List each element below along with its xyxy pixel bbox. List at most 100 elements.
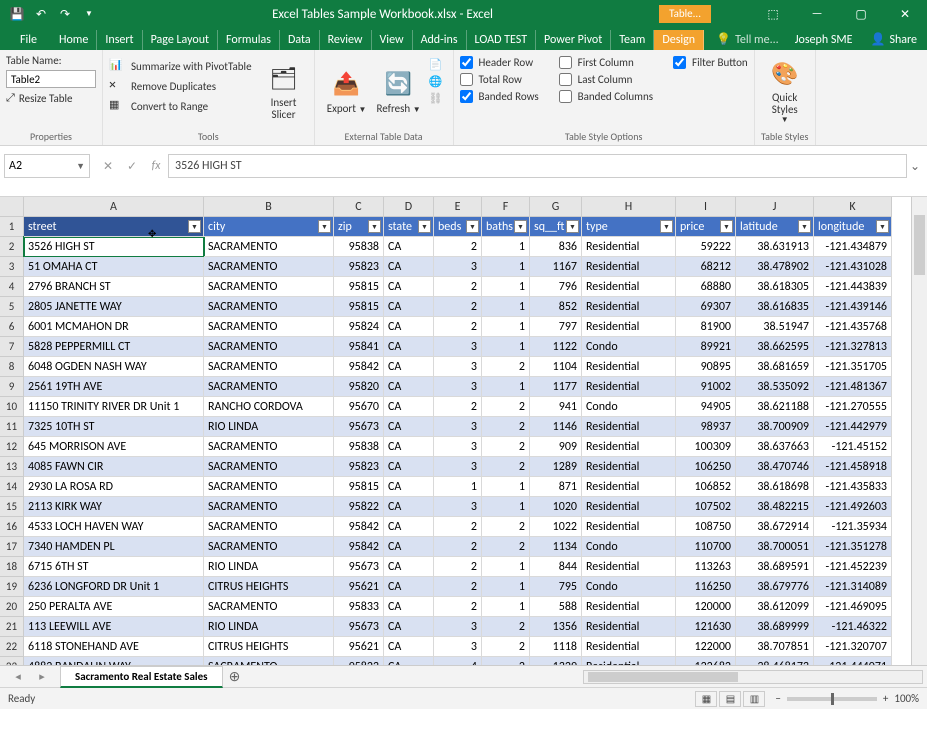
table-column-header[interactable]: zip▼: [334, 217, 384, 237]
table-cell[interactable]: 38.681659: [736, 357, 814, 377]
close-icon[interactable]: ✕: [883, 0, 927, 28]
filter-dropdown-icon[interactable]: ▼: [188, 220, 201, 233]
table-column-header[interactable]: longitude▼: [814, 217, 892, 237]
view-normal-icon[interactable]: ▦: [695, 691, 717, 707]
table-cell[interactable]: 2: [482, 657, 530, 665]
table-cell[interactable]: 1: [482, 297, 530, 317]
table-cell[interactable]: 95823: [334, 657, 384, 665]
table-cell[interactable]: 3: [434, 417, 482, 437]
insert-slicer-button[interactable]: 🗂 Insert Slicer: [260, 56, 308, 128]
table-cell[interactable]: 1: [482, 557, 530, 577]
tab-page-layout[interactable]: Page Layout: [143, 30, 218, 50]
row-header[interactable]: 1: [0, 217, 24, 237]
table-cell[interactable]: SACRAMENTO: [204, 257, 334, 277]
last-column-checkbox[interactable]: Last Column: [559, 73, 653, 86]
table-cell[interactable]: Residential: [582, 277, 676, 297]
table-cell[interactable]: 38.679776: [736, 577, 814, 597]
table-cell[interactable]: 95815: [334, 477, 384, 497]
share-button[interactable]: 👤 Share: [860, 29, 927, 50]
table-cell[interactable]: 1177: [530, 377, 582, 397]
table-cell[interactable]: 6118 STONEHAND AVE: [24, 637, 204, 657]
table-cell[interactable]: CA: [384, 597, 434, 617]
table-cell[interactable]: 38.707851: [736, 637, 814, 657]
table-cell[interactable]: 95673: [334, 417, 384, 437]
table-cell[interactable]: CA: [384, 497, 434, 517]
table-cell[interactable]: -121.35934: [814, 517, 892, 537]
table-cell[interactable]: 91002: [676, 377, 736, 397]
table-cell[interactable]: 2: [482, 437, 530, 457]
table-cell[interactable]: -121.46322: [814, 617, 892, 637]
table-cell[interactable]: RIO LINDA: [204, 417, 334, 437]
sheet-nav-last-icon[interactable]: ▸: [39, 670, 45, 683]
table-cell[interactable]: -121.434879: [814, 237, 892, 257]
table-cell[interactable]: Condo: [582, 337, 676, 357]
name-box[interactable]: ▼: [4, 154, 90, 178]
table-cell[interactable]: 108750: [676, 517, 736, 537]
table-cell[interactable]: 95673: [334, 617, 384, 637]
table-column-header[interactable]: price▼: [676, 217, 736, 237]
row-header[interactable]: 22: [0, 637, 24, 657]
table-cell[interactable]: CA: [384, 457, 434, 477]
table-cell[interactable]: 2: [482, 417, 530, 437]
table-cell[interactable]: 113 LEEWILL AVE: [24, 617, 204, 637]
table-cell[interactable]: RIO LINDA: [204, 557, 334, 577]
view-page-break-icon[interactable]: ▥: [743, 691, 765, 707]
table-cell[interactable]: 2561 19TH AVE: [24, 377, 204, 397]
table-cell[interactable]: Condo: [582, 397, 676, 417]
table-cell[interactable]: 1356: [530, 617, 582, 637]
filter-dropdown-icon[interactable]: ▼: [466, 220, 479, 233]
table-cell[interactable]: 4882 BANDALIN WAY: [24, 657, 204, 665]
table-cell[interactable]: 2: [434, 597, 482, 617]
table-cell[interactable]: 2: [434, 297, 482, 317]
table-cell[interactable]: 3: [434, 637, 482, 657]
table-cell[interactable]: CA: [384, 377, 434, 397]
row-header[interactable]: 12: [0, 437, 24, 457]
table-cell[interactable]: 95838: [334, 437, 384, 457]
filter-dropdown-icon[interactable]: ▼: [368, 220, 381, 233]
table-column-header[interactable]: city▼: [204, 217, 334, 237]
undo-icon[interactable]: ↶: [32, 5, 50, 23]
table-cell[interactable]: -121.435768: [814, 317, 892, 337]
table-cell[interactable]: 38.618305: [736, 277, 814, 297]
table-cell[interactable]: -121.492603: [814, 497, 892, 517]
table-cell[interactable]: 2113 KIRK WAY: [24, 497, 204, 517]
table-cell[interactable]: 90895: [676, 357, 736, 377]
filter-dropdown-icon[interactable]: ▼: [514, 220, 527, 233]
table-cell[interactable]: 3: [434, 377, 482, 397]
row-header[interactable]: 18: [0, 557, 24, 577]
table-cell[interactable]: 95815: [334, 297, 384, 317]
table-cell[interactable]: 1: [482, 597, 530, 617]
first-column-checkbox[interactable]: First Column: [559, 56, 653, 69]
table-cell[interactable]: 3: [434, 497, 482, 517]
column-header[interactable]: H: [582, 197, 676, 217]
column-header[interactable]: F: [482, 197, 530, 217]
table-cell[interactable]: -121.270555: [814, 397, 892, 417]
table-cell[interactable]: -121.439146: [814, 297, 892, 317]
table-cell[interactable]: 5828 PEPPERMILL CT: [24, 337, 204, 357]
table-cell[interactable]: Residential: [582, 557, 676, 577]
column-header[interactable]: I: [676, 197, 736, 217]
table-cell[interactable]: 38.662595: [736, 337, 814, 357]
row-header[interactable]: 16: [0, 517, 24, 537]
table-cell[interactable]: -121.351705: [814, 357, 892, 377]
filter-dropdown-icon[interactable]: ▼: [798, 220, 811, 233]
column-header[interactable]: B: [204, 197, 334, 217]
table-cell[interactable]: 3: [434, 437, 482, 457]
table-cell[interactable]: 95838: [334, 237, 384, 257]
table-cell[interactable]: -121.431028: [814, 257, 892, 277]
table-cell[interactable]: 1289: [530, 457, 582, 477]
table-column-header[interactable]: street▼: [24, 217, 204, 237]
table-cell[interactable]: 38.672914: [736, 517, 814, 537]
table-cell[interactable]: CA: [384, 557, 434, 577]
table-cell[interactable]: SACRAMENTO: [204, 457, 334, 477]
tell-me[interactable]: 💡 Tell me...: [708, 29, 787, 50]
redo-icon[interactable]: ↷: [56, 5, 74, 23]
table-cell[interactable]: 6236 LONGFORD DR Unit 1: [24, 577, 204, 597]
table-cell[interactable]: 2: [482, 617, 530, 637]
zoom-level[interactable]: 100%: [894, 692, 919, 705]
table-cell[interactable]: 7340 HAMDEN PL: [24, 537, 204, 557]
table-cell[interactable]: 38.535092: [736, 377, 814, 397]
table-cell[interactable]: CA: [384, 357, 434, 377]
tab-addins[interactable]: Add-ins: [413, 30, 467, 50]
table-cell[interactable]: 38.612099: [736, 597, 814, 617]
